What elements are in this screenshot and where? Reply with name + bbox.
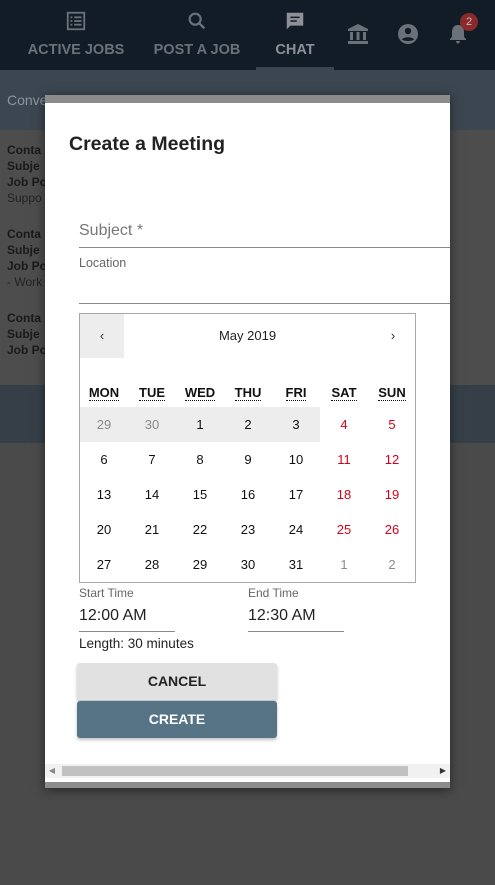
calendar-day[interactable]: 22 [176,512,224,547]
bg-text: Job Po [7,175,48,189]
calendar-day[interactable]: 17 [272,477,320,512]
bg-text: Conta [7,227,41,241]
calendar-day[interactable]: 24 [272,512,320,547]
calendar-day[interactable]: 11 [320,442,368,477]
calendar-day[interactable]: 1 [176,407,224,442]
dialog-top-strip [45,95,450,103]
calendar-day[interactable]: 30 [128,407,176,442]
bg-text: - Work [7,275,43,289]
weekday-header: SUN [368,385,416,401]
calendar-day[interactable]: 31 [272,547,320,582]
calendar-day[interactable]: 18 [320,477,368,512]
calendar-day[interactable]: 25 [320,512,368,547]
calendar-day[interactable]: 16 [224,477,272,512]
end-time-input[interactable]: 12:30 AM [248,603,344,632]
calendar-day[interactable]: 1 [320,547,368,582]
start-time-input[interactable]: 12:00 AM [79,603,175,632]
calendar-day[interactable]: 29 [80,407,128,442]
calendar-day[interactable]: 28 [128,547,176,582]
weekday-header: FRI [272,385,320,401]
calendar-day[interactable]: 2 [368,547,416,582]
calendar-day[interactable]: 15 [176,477,224,512]
calendar-day[interactable]: 13 [80,477,128,512]
calendar-month-label: May 2019 [218,328,277,343]
list-icon [66,11,86,31]
calendar-day[interactable]: 20 [80,512,128,547]
nav-label: CHAT [275,42,315,58]
calendar-day[interactable]: 27 [80,547,128,582]
weekday-header: TUE [128,385,176,401]
weekday-label: THU [234,385,262,401]
bank-icon[interactable] [346,22,370,46]
bg-text: Conta [7,311,41,325]
location-input[interactable] [79,273,450,304]
chat-icon [286,12,304,30]
conversation-header-text: Conve [7,92,48,108]
location-label: Location [79,256,127,270]
bg-text: Suppo [7,191,42,205]
calendar-day[interactable]: 23 [224,512,272,547]
calendar-day[interactable]: 6 [80,442,128,477]
create-meeting-dialog: Create a Meeting Subject * Location ‹ Ma… [45,95,450,788]
calendar-day[interactable]: 14 [128,477,176,512]
scroll-right-arrow-icon[interactable]: ▶ [438,766,448,776]
dialog-title: Create a Meeting [69,133,226,155]
previous-month-button[interactable]: ‹ [80,314,124,358]
bg-text: Job Po [7,343,48,357]
cancel-button[interactable]: CANCEL [77,663,277,700]
nav-active-jobs[interactable]: ACTIVE JOBS [20,0,132,70]
calendar-day[interactable]: 3 [272,407,320,442]
calendar-day[interactable]: 5 [368,407,416,442]
horizontal-scrollbar[interactable]: ◀ ▶ [45,764,450,778]
calendar-day[interactable]: 12 [368,442,416,477]
weekday-label: SAT [331,385,357,401]
date-picker-calendar: ‹ May 2019 › MON TUE WED THU FRI SAT SUN 29 30 1 2… [79,313,416,583]
weekday-header: WED [176,385,224,401]
weekday-label: SUN [378,385,406,401]
calendar-day[interactable]: 8 [176,442,224,477]
calendar-day[interactable]: 7 [128,442,176,477]
weekday-header: THU [224,385,272,401]
bg-text: Subje [7,243,40,257]
next-month-button[interactable]: › [371,314,415,358]
nav-label: ACTIVE JOBS [27,42,125,58]
search-icon [188,12,206,30]
end-time-label: End Time [248,586,299,600]
weekday-header: SAT [320,385,368,401]
subject-input[interactable]: Subject * [79,219,450,248]
calendar-day[interactable]: 9 [224,442,272,477]
bg-text: Conta [7,143,41,157]
calendar-day[interactable]: 30 [224,547,272,582]
subject-placeholder: Subject * [79,222,144,239]
dialog-bottom-strip [45,782,450,788]
weekday-label: FRI [285,385,307,401]
create-button[interactable]: CREATE [77,701,277,738]
nav-label: POST A JOB [153,42,241,58]
calendar-day[interactable]: 2 [224,407,272,442]
notification-badge: 2 [460,13,478,31]
scrollbar-thumb[interactable] [62,766,408,776]
nav-post-a-job[interactable]: POST A JOB [146,0,248,70]
weekday-label: MON [88,385,120,401]
calendar-day[interactable]: 19 [368,477,416,512]
bg-text: Subje [7,159,40,173]
weekday-label: TUE [139,385,165,401]
nav-chat[interactable]: CHAT [256,0,334,70]
top-nav-bar: ACTIVE JOBS POST A JOB CHAT 2 [0,0,495,70]
calendar-day[interactable]: 26 [368,512,416,547]
calendar-day[interactable]: 4 [320,407,368,442]
account-icon[interactable] [396,22,420,46]
meeting-length-text: Length: 30 minutes [79,636,194,651]
start-time-label: Start Time [79,586,134,600]
calendar-day[interactable]: 21 [128,512,176,547]
bg-text: Job Po [7,259,48,273]
calendar-day[interactable]: 10 [272,442,320,477]
scroll-left-arrow-icon[interactable]: ◀ [47,766,57,776]
calendar-day[interactable]: 29 [176,547,224,582]
bg-text: Subje [7,327,40,341]
weekday-label: WED [184,385,216,401]
weekday-header: MON [80,385,128,401]
